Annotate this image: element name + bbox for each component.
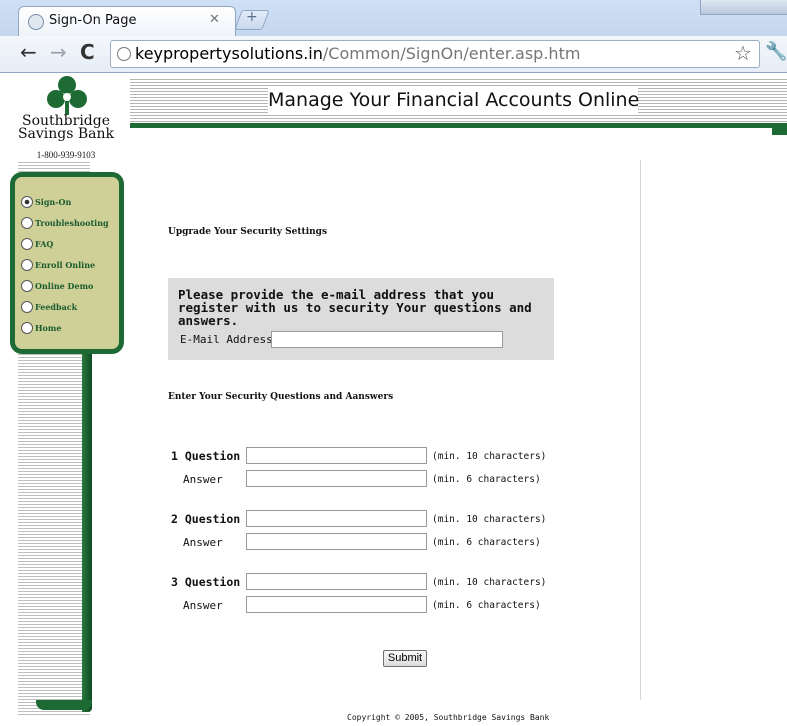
submit-button[interactable]: Submit bbox=[383, 650, 427, 667]
question-3-label: 3 Question bbox=[171, 575, 241, 589]
sidebar-item-label: Home bbox=[35, 323, 62, 333]
sidebar-item-label: Feedback bbox=[35, 302, 78, 312]
forward-arrow-icon[interactable]: → bbox=[50, 40, 67, 64]
back-arrow-icon[interactable]: ← bbox=[20, 40, 37, 64]
page-title: Manage Your Financial Accounts Online bbox=[268, 89, 640, 111]
sidebar-item-label: Online Demo bbox=[35, 281, 94, 291]
sidebar-item-label: Enroll Online bbox=[35, 260, 96, 270]
sidebar-item-enroll-online[interactable]: Enroll Online bbox=[21, 256, 95, 274]
tab-close-icon[interactable]: ✕ bbox=[209, 12, 220, 27]
sidebar-foot bbox=[36, 700, 92, 710]
radio-bullet-icon bbox=[21, 238, 33, 250]
header-divider bbox=[130, 123, 787, 128]
bank-logo-icon bbox=[47, 76, 87, 115]
answer-1-field[interactable] bbox=[246, 470, 427, 487]
content-divider bbox=[640, 160, 641, 700]
answer-2-label: Answer bbox=[183, 536, 223, 549]
radio-bullet-icon bbox=[21, 322, 33, 334]
questions-heading: Enter Your Security Questions and Aanswe… bbox=[168, 392, 394, 402]
bank-phone: 1-800-939-9103 bbox=[36, 150, 96, 160]
window-controls[interactable] bbox=[700, 0, 787, 15]
email-field[interactable] bbox=[271, 331, 503, 348]
url-path: /Common/SignOn/enter.asp.htm bbox=[322, 44, 581, 63]
plus-icon: + bbox=[246, 9, 258, 25]
tab-title: Sign-On Page bbox=[49, 13, 137, 28]
browser-tab[interactable]: Sign-On Page ✕ bbox=[18, 6, 236, 37]
answer-3-hint: (min. 6 characters) bbox=[432, 600, 541, 611]
question-2-label: 2 Question bbox=[171, 512, 241, 526]
url-text: keypropertysolutions.in/Common/SignOn/en… bbox=[135, 44, 580, 63]
bookmark-star-icon[interactable]: ☆ bbox=[734, 41, 752, 65]
sidebar-item-label: Sign-On bbox=[35, 197, 72, 207]
sidebar-item-sign-on[interactable]: Sign-On bbox=[21, 193, 71, 211]
answer-2-hint: (min. 6 characters) bbox=[432, 537, 541, 548]
question-3-field[interactable] bbox=[246, 573, 427, 590]
question-2-hint: (min. 10 characters) bbox=[432, 514, 547, 525]
radio-bullet-icon bbox=[21, 280, 33, 292]
copyright-text: Copyright © 2005, Southbridge Savings Ba… bbox=[347, 713, 550, 722]
answer-1-label: Answer bbox=[183, 473, 223, 486]
sidebar-item-troubleshooting[interactable]: Troubleshooting bbox=[21, 214, 109, 232]
sidebar-item-faq[interactable]: FAQ bbox=[21, 235, 53, 253]
question-1-field[interactable] bbox=[246, 447, 427, 464]
sidebar-item-feedback[interactable]: Feedback bbox=[21, 298, 77, 316]
page-favicon-icon bbox=[28, 14, 44, 30]
question-3-hint: (min. 10 characters) bbox=[432, 577, 547, 588]
url-host: keypropertysolutions.in bbox=[135, 44, 323, 63]
answer-1-hint: (min. 6 characters) bbox=[432, 474, 541, 485]
address-bar[interactable]: keypropertysolutions.in/Common/SignOn/en… bbox=[110, 40, 760, 68]
question-2-field[interactable] bbox=[246, 510, 427, 527]
question-1-label: 1 Question bbox=[171, 449, 241, 463]
wrench-icon[interactable]: 🔧 bbox=[765, 41, 787, 62]
answer-2-field[interactable] bbox=[246, 533, 427, 550]
radio-bullet-icon bbox=[21, 259, 33, 271]
answer-3-label: Answer bbox=[183, 599, 223, 612]
sidebar-item-label: Troubleshooting bbox=[35, 218, 109, 228]
header-divider-tick bbox=[772, 128, 787, 135]
page-icon bbox=[117, 47, 131, 61]
bank-name: Southbridge Savings Bank bbox=[10, 114, 122, 142]
radio-bullet-icon bbox=[21, 196, 33, 208]
radio-bullet-icon bbox=[21, 301, 33, 313]
section-heading: Upgrade Your Security Settings bbox=[168, 227, 328, 237]
bank-name-line2: Savings Bank bbox=[17, 126, 115, 142]
question-1-hint: (min. 10 characters) bbox=[432, 451, 547, 462]
sidebar-item-online-demo[interactable]: Online Demo bbox=[21, 277, 93, 295]
sidebar-item-home[interactable]: Home bbox=[21, 319, 61, 337]
answer-3-field[interactable] bbox=[246, 596, 427, 613]
reload-icon[interactable]: C bbox=[80, 40, 95, 64]
sidebar-nav: Sign-On Troubleshooting FAQ Enroll Onlin… bbox=[10, 172, 124, 354]
email-label: E-Mail Address bbox=[180, 333, 273, 346]
sidebar-item-label: FAQ bbox=[35, 239, 54, 249]
radio-bullet-icon bbox=[21, 217, 33, 229]
email-instructions: Please provide the e-mail address that y… bbox=[178, 287, 532, 328]
